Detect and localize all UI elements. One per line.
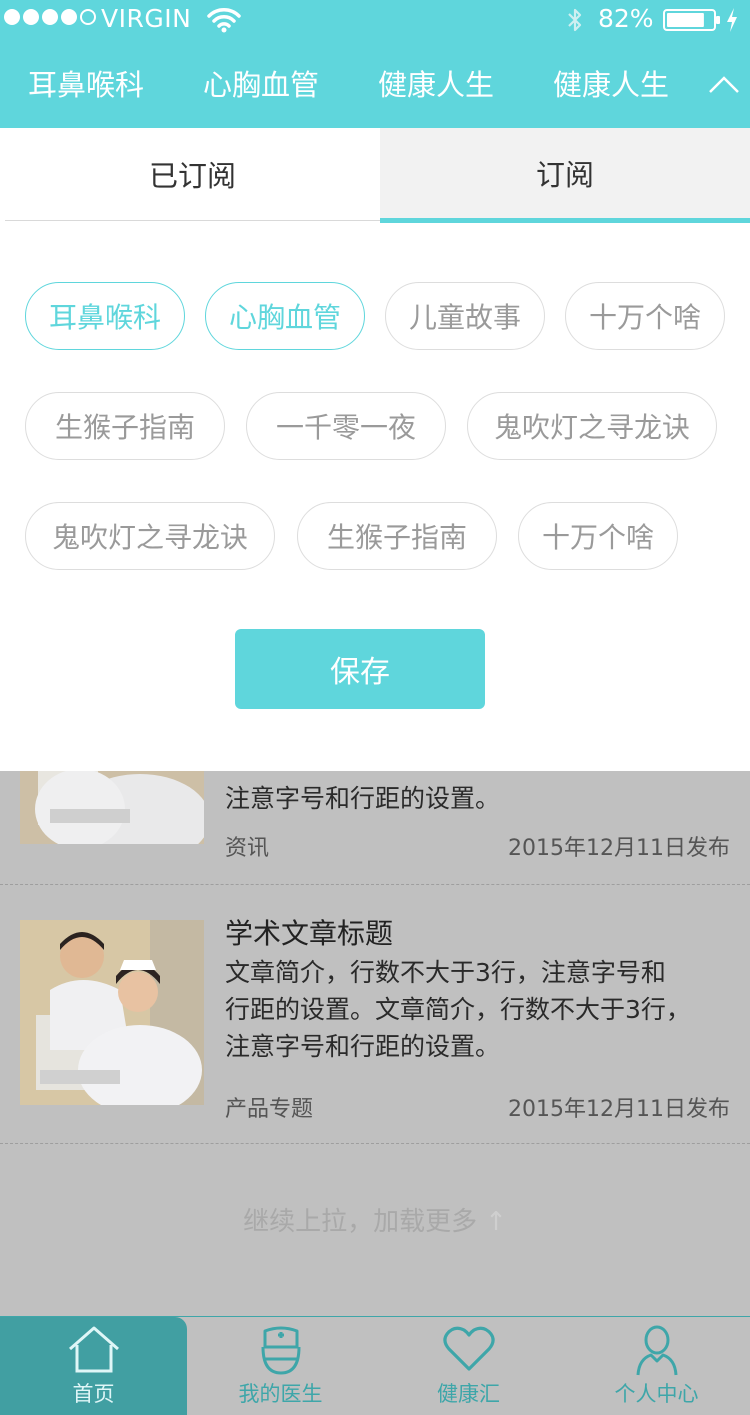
chip-cardio[interactable]: 心胸血管 — [205, 282, 365, 350]
app-screen: VIRGIN 82% 耳鼻喉科 心胸血管 健康人生 健康人生 已订阅 订阅 耳鼻… — [0, 0, 750, 1415]
tab-health-hub[interactable]: 健康汇 — [375, 1317, 562, 1415]
tab-my-doctor-label: 我的医生 — [238, 1382, 323, 1406]
save-button[interactable]: 保存 — [235, 629, 485, 709]
tab-subscribed[interactable]: 已订阅 — [5, 128, 380, 221]
person-icon — [636, 1325, 677, 1376]
chip-hundred-thousand-whats-2[interactable]: 十万个啥 — [518, 502, 678, 570]
load-more-hint: 继续上拉，加载更多 ↑ — [0, 1201, 750, 1238]
chevron-up-icon[interactable] — [708, 74, 740, 94]
charging-bolt-icon — [727, 8, 737, 32]
signal-strength-icon — [4, 9, 96, 25]
list-item[interactable]: 注意字号和行距的设置。 资讯 2015年12月11日发布 — [0, 771, 750, 885]
chip-baby-guide[interactable]: 生猴子指南 — [25, 392, 225, 460]
arrow-up-icon: ↑ — [485, 1207, 507, 1237]
summary-line: 行距的设置。文章简介，行数不大于3行， — [225, 995, 691, 1024]
chip-children-stories[interactable]: 儿童故事 — [385, 282, 545, 350]
chip-arabian-nights[interactable]: 一千零一夜 — [246, 392, 446, 460]
channel-nav: 耳鼻喉科 心胸血管 健康人生 健康人生 — [0, 62, 750, 110]
article-category: 产品专题 — [225, 1097, 314, 1122]
nav-tab-health-life[interactable]: 健康人生 — [378, 62, 494, 104]
top-bar: VIRGIN 82% 耳鼻喉科 心胸血管 健康人生 健康人生 — [0, 0, 750, 128]
home-icon — [68, 1326, 119, 1373]
article-summary: 注意字号和行距的设置。 — [225, 784, 501, 813]
tab-personal-center[interactable]: 个人中心 — [563, 1317, 750, 1415]
heart-icon — [442, 1326, 495, 1371]
article-thumbnail — [20, 920, 204, 1105]
tab-my-doctor[interactable]: 我的医生 — [187, 1317, 374, 1415]
bottom-tab-bar: 首页 我的医生 健康汇 个人中心 — [0, 1316, 750, 1415]
summary-line: 注意字号和行距的设置。 — [225, 1032, 501, 1061]
chip-ghost-blows-lamp[interactable]: 鬼吹灯之寻龙诀 — [467, 392, 717, 460]
battery-icon — [663, 9, 720, 31]
list-item[interactable]: 学术文章标题 文章简介，行数不大于3行，注意字号和 行距的设置。文章简介，行数不… — [0, 884, 750, 1144]
article-category: 资讯 — [225, 836, 270, 861]
tab-home[interactable]: 首页 — [0, 1317, 187, 1415]
article-summary: 文章简介，行数不大于3行，注意字号和 行距的设置。文章简介，行数不大于3行， 注… — [225, 954, 735, 1065]
article-thumbnail — [20, 771, 204, 844]
carrier-name: VIRGIN — [101, 4, 192, 33]
chip-hundred-thousand-whats[interactable]: 十万个啥 — [565, 282, 725, 350]
chip-baby-guide-2[interactable]: 生猴子指南 — [297, 502, 497, 570]
chip-ent[interactable]: 耳鼻喉科 — [25, 282, 185, 350]
article-date: 2015年12月11日发布 — [508, 1097, 730, 1122]
tab-personal-center-label: 个人中心 — [614, 1382, 699, 1406]
subscription-panel: 已订阅 订阅 耳鼻喉科 心胸血管 儿童故事 十万个啥 生猴子指南 一千零一夜 鬼… — [0, 128, 750, 771]
wifi-icon — [207, 8, 241, 33]
article-date: 2015年12月11日发布 — [508, 836, 730, 861]
summary-line: 文章简介，行数不大于3行，注意字号和 — [225, 958, 666, 987]
nurse-icon — [261, 1326, 300, 1375]
article-list: 注意字号和行距的设置。 资讯 2015年12月11日发布 学术文章标题 文章简介… — [0, 771, 750, 1316]
tab-home-label: 首页 — [72, 1382, 115, 1406]
nav-tab-ent[interactable]: 耳鼻喉科 — [28, 62, 144, 104]
load-more-text: 继续上拉，加载更多 — [243, 1207, 478, 1237]
tab-health-hub-label: 健康汇 — [437, 1382, 500, 1406]
article-title: 学术文章标题 — [225, 917, 394, 950]
status-bar: VIRGIN 82% — [0, 0, 750, 40]
tab-subscribe[interactable]: 订阅 — [380, 128, 750, 223]
chip-ghost-blows-lamp-2[interactable]: 鬼吹灯之寻龙诀 — [25, 502, 275, 570]
bluetooth-icon — [568, 8, 582, 32]
battery-percentage: 82% — [598, 4, 654, 33]
nav-tab-health-life-2[interactable]: 健康人生 — [553, 62, 669, 104]
nav-tab-cardio[interactable]: 心胸血管 — [203, 62, 319, 104]
